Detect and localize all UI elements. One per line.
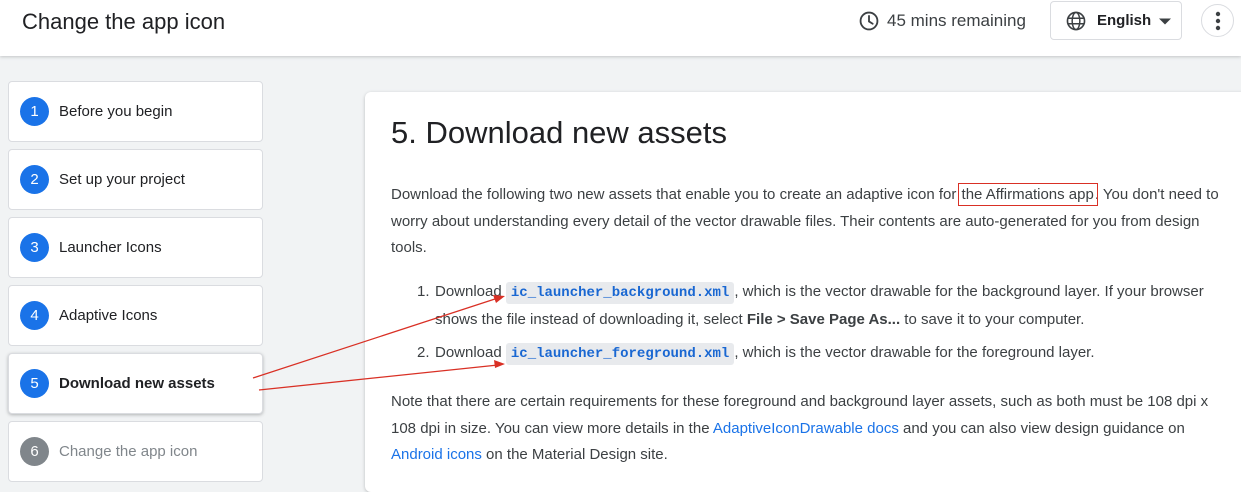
background-xml-download-link[interactable]: ic_launcher_background.xml <box>505 282 735 304</box>
step-adaptive-icons[interactable]: 4 Adaptive Icons <box>8 285 263 346</box>
step-number: 2 <box>20 165 49 194</box>
note-text-end: on the Material Design site. <box>481 446 668 463</box>
intro-paragraph: Download the following two new assets th… <box>391 182 1221 262</box>
step-label: Launcher Icons <box>59 239 162 256</box>
step-label: Adaptive Icons <box>59 307 158 324</box>
step-heading: 5. Download new assets <box>391 115 728 150</box>
list-item: 1. Download ic_launcher_background.xml, … <box>417 279 1227 333</box>
android-icons-link[interactable]: Android icons <box>391 446 482 463</box>
language-selector[interactable]: English <box>1050 1 1182 40</box>
step-before-you-begin[interactable]: 1 Before you begin <box>8 81 263 142</box>
top-app-bar: Change the app icon 45 mins remaining En… <box>0 0 1241 56</box>
step-content-card: 5. Download new assets Download the foll… <box>365 92 1241 492</box>
more-vert-icon <box>1215 11 1220 30</box>
list-item-number: 1. <box>417 283 430 300</box>
step-launcher-icons[interactable]: 3 Launcher Icons <box>8 217 263 278</box>
step-number: 3 <box>20 233 49 262</box>
step-number: 5 <box>20 369 49 398</box>
clock-icon <box>859 11 879 31</box>
caret-down-icon <box>1159 18 1172 24</box>
globe-icon <box>1066 11 1086 30</box>
step-download-new-assets[interactable]: 5 Download new assets <box>8 353 263 414</box>
list-item-prefix: Download <box>435 344 506 361</box>
foreground-xml-download-link[interactable]: ic_launcher_foreground.xml <box>505 343 735 365</box>
step-number: 6 <box>20 437 49 466</box>
more-options-button[interactable] <box>1201 4 1234 37</box>
list-item-text: , which is the vector drawable for the f… <box>734 344 1095 361</box>
list-item: 2. Download ic_launcher_foreground.xml, … <box>417 340 1227 368</box>
page-title: Change the app icon <box>22 9 226 34</box>
list-item-prefix: Download <box>435 283 506 300</box>
time-remaining-text: 45 mins remaining <box>887 11 1026 30</box>
note-paragraph: Note that there are certain requirements… <box>391 389 1221 469</box>
list-item-text-end: to save it to your computer. <box>900 310 1085 328</box>
intro-text: Download the following two new assets th… <box>391 186 961 203</box>
step-change-the-app-icon[interactable]: 6 Change the app icon <box>8 421 263 482</box>
list-item-number: 2. <box>417 344 430 361</box>
step-number: 4 <box>20 301 49 330</box>
step-number: 1 <box>20 97 49 126</box>
step-label: Download new assets <box>59 375 215 392</box>
step-label: Before you begin <box>59 103 173 120</box>
time-remaining: 45 mins remaining <box>858 9 1026 33</box>
step-label: Set up your project <box>59 171 185 188</box>
download-list: 1. Download ic_launcher_background.xml , … <box>417 279 1227 368</box>
adaptive-icon-drawable-docs-link[interactable]: AdaptiveIconDrawable docs <box>713 420 899 437</box>
step-label: Change the app icon <box>59 443 198 460</box>
step-set-up-your-project[interactable]: 2 Set up your project <box>8 149 263 210</box>
note-text-middle: and you can also view design guidance on <box>898 419 1185 437</box>
menu-path-text: File > Save Page As... <box>746 310 901 328</box>
language-label: English <box>1097 12 1152 29</box>
highlighted-app-name: the Affirmations app <box>957 183 1098 206</box>
